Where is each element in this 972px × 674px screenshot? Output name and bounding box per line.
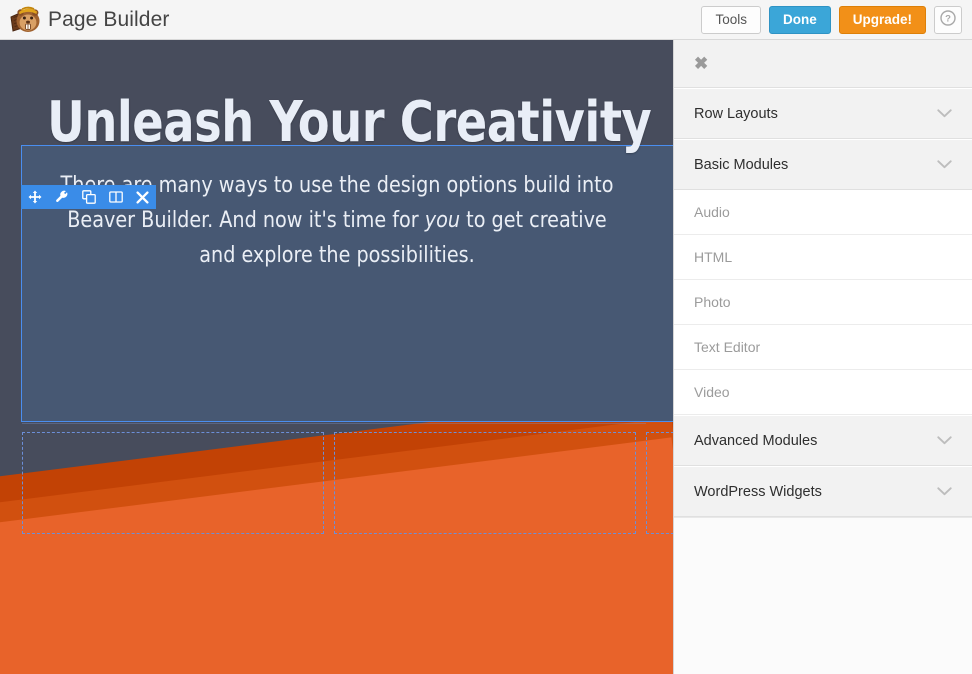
beaver-logo-icon — [8, 4, 42, 36]
module-item-video[interactable]: Video — [674, 370, 972, 415]
empty-column-placeholder[interactable] — [22, 432, 324, 534]
columns-icon — [108, 190, 123, 204]
move-arrows-icon — [28, 190, 42, 204]
chevron-down-icon — [937, 156, 952, 174]
panel-header: ✖ — [674, 40, 972, 88]
page-builder-app: Page Builder Tools Done Upgrade! ? Unlea… — [0, 0, 972, 674]
duplicate-row-button[interactable] — [75, 185, 102, 209]
question-circle-icon: ? — [940, 10, 956, 29]
empty-column-placeholder[interactable] — [646, 432, 673, 534]
sidebar-section-advanced-modules[interactable]: Advanced Modules — [674, 415, 972, 466]
sidebar-section-label: Row Layouts — [694, 105, 778, 122]
hero-heading: Unleash Your Creativity — [47, 90, 652, 155]
close-x-icon — [136, 190, 149, 204]
sidebar-section-wordpress-widgets[interactable]: WordPress Widgets — [674, 466, 972, 517]
module-item-text-editor[interactable]: Text Editor — [674, 325, 972, 370]
page-title: Page Builder — [48, 8, 170, 31]
chevron-down-icon — [937, 483, 952, 501]
delete-row-button[interactable] — [129, 185, 156, 209]
column-settings-button[interactable] — [102, 185, 129, 209]
page-canvas[interactable]: Unleash Your Creativity There are many w… — [0, 40, 673, 674]
tools-button[interactable]: Tools — [701, 5, 761, 34]
move-row-button[interactable] — [21, 185, 48, 209]
sidebar-section-label: Basic Modules — [694, 156, 789, 173]
brand: Page Builder — [0, 4, 169, 36]
done-button[interactable]: Done — [768, 5, 831, 34]
duplicate-icon — [81, 190, 96, 204]
sidebar-section-label: Advanced Modules — [694, 432, 818, 449]
hero-content: Unleash Your Creativity There are many w… — [0, 40, 673, 317]
upgrade-button[interactable]: Upgrade! — [838, 5, 926, 34]
columns-row — [0, 423, 673, 543]
row-settings-button[interactable] — [48, 185, 75, 209]
module-item-audio[interactable]: Audio — [674, 190, 972, 235]
wrench-icon — [55, 190, 69, 204]
hero-paragraph-emphasis: you — [424, 207, 460, 233]
svg-text:?: ? — [945, 14, 951, 25]
help-button[interactable]: ? — [934, 5, 962, 34]
chevron-down-icon — [937, 105, 952, 123]
sidebar-section-basic-modules[interactable]: Basic Modules — [674, 139, 972, 190]
modules-sidebar-panel: ✖ Row Layouts Basic Modules Audio HTML P… — [673, 40, 972, 674]
panel-bottom-divider — [674, 517, 972, 518]
top-toolbar: Page Builder Tools Done Upgrade! ? — [0, 0, 972, 40]
chevron-down-icon — [937, 432, 952, 450]
module-item-html[interactable]: HTML — [674, 235, 972, 280]
empty-column-placeholder[interactable] — [334, 432, 636, 534]
module-item-photo[interactable]: Photo — [674, 280, 972, 325]
toolbar-actions: Tools Done Upgrade! ? — [701, 5, 972, 34]
row-toolbar[interactable] — [21, 185, 156, 209]
sidebar-section-row-layouts[interactable]: Row Layouts — [674, 88, 972, 139]
close-x-icon[interactable]: ✖ — [694, 55, 708, 72]
sidebar-section-label: WordPress Widgets — [694, 483, 822, 500]
